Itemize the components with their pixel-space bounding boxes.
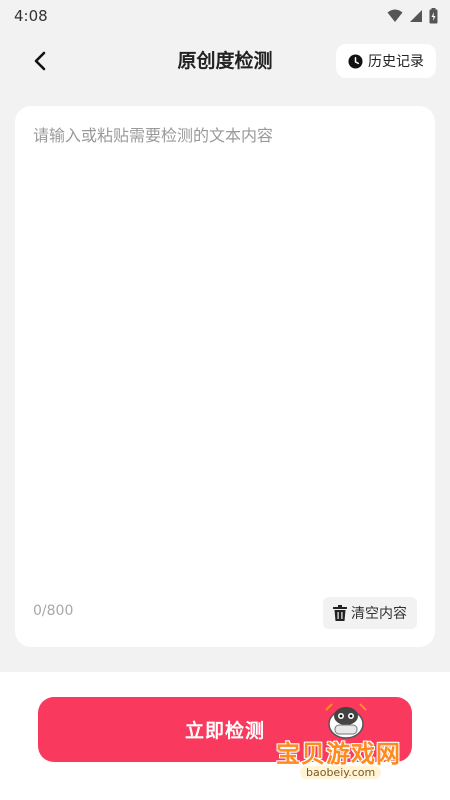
status-time: 4:08 xyxy=(14,7,48,25)
history-button-label: 历史记录 xyxy=(368,54,424,70)
detect-button[interactable]: 立即检测 xyxy=(38,697,412,762)
clock-icon xyxy=(348,53,363,69)
status-icons xyxy=(387,8,438,24)
chevron-left-icon xyxy=(34,51,46,71)
history-button[interactable]: 历史记录 xyxy=(336,44,436,78)
header: 原创度检测 历史记录 xyxy=(0,38,450,84)
char-count: 0/800 xyxy=(33,603,74,619)
back-button[interactable] xyxy=(24,44,58,78)
text-card: 0/800 清空内容 xyxy=(15,106,435,647)
detect-button-label: 立即检测 xyxy=(184,720,265,742)
trash-icon xyxy=(333,605,347,621)
wifi-icon xyxy=(387,9,403,22)
text-input[interactable] xyxy=(33,124,417,574)
bottom-bar: 立即检测 xyxy=(0,672,450,800)
clear-content-button[interactable]: 清空内容 xyxy=(323,597,417,629)
signal-icon xyxy=(410,10,422,22)
status-bar: 4:08 xyxy=(0,0,450,32)
battery-icon xyxy=(429,8,438,24)
clear-content-label: 清空内容 xyxy=(351,606,407,622)
